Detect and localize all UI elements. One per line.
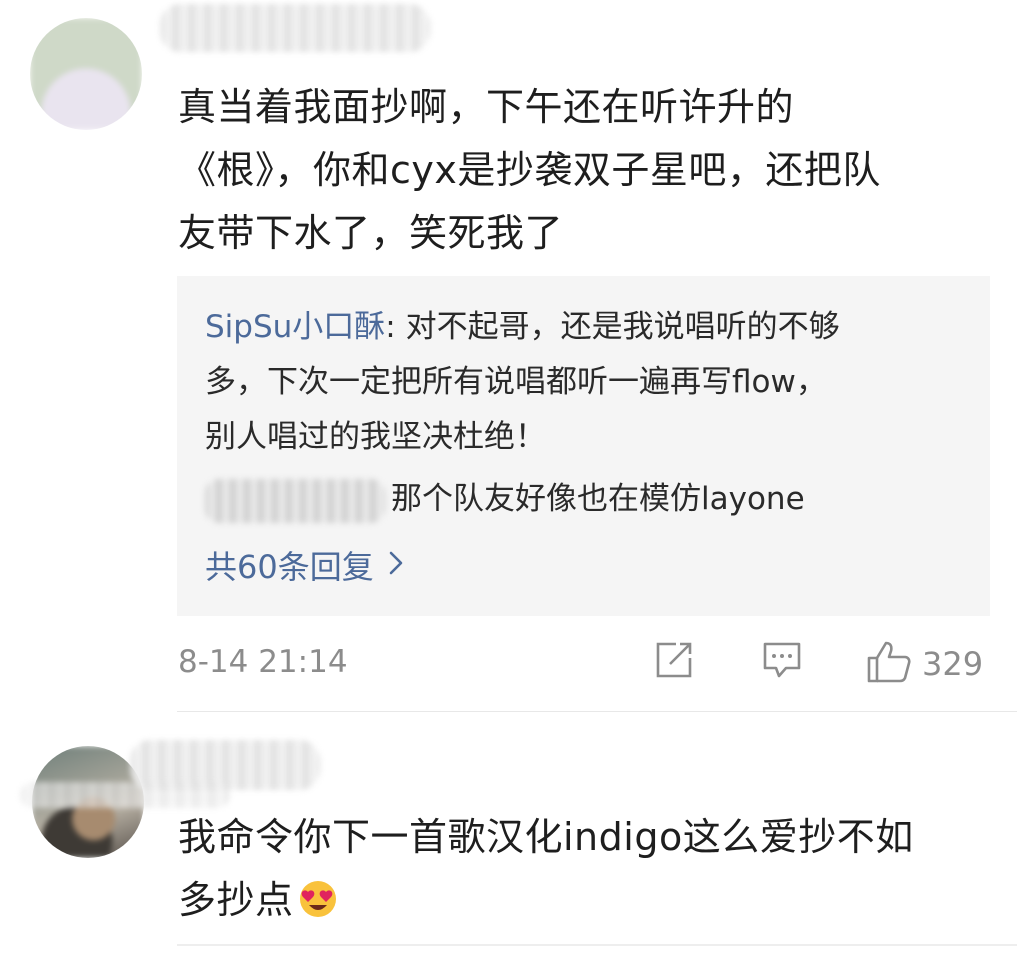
- comment-text: 真当着我面抄啊，下午还在听许升的 《根》，你和cyx是抄袭双子星吧，还把队 友带…: [178, 76, 998, 265]
- comment-divider: [177, 944, 1017, 946]
- comment-line-text: 多抄点: [178, 878, 294, 922]
- comment-icon: [762, 640, 802, 684]
- comment-line: 真当着我面抄啊，下午还在听许升的: [178, 85, 795, 129]
- comment-line: 友带下水了，笑死我了: [178, 211, 564, 255]
- comment-line: 多抄点: [178, 869, 998, 932]
- username-blurred[interactable]: [160, 4, 430, 52]
- comment-button[interactable]: [762, 640, 802, 684]
- more-replies-link[interactable]: 共60条回复: [205, 542, 404, 588]
- reply-item[interactable]: 那个队友好像也在模仿layone: [205, 472, 975, 527]
- like-count: 329: [922, 645, 984, 683]
- reply-author[interactable]: SipSu小口酥: [205, 309, 385, 345]
- reply-text: : 对不起哥，还是我说唱听的不够: [385, 309, 840, 345]
- more-replies-label: 共60条回复: [205, 548, 374, 586]
- share-icon: [654, 640, 694, 684]
- comment-text: 我命令你下一首歌汉化indigo这么爱抄不如 多抄点: [178, 806, 998, 932]
- heart-eyes-emoji-icon: [298, 875, 338, 917]
- thumbs-up-icon: [866, 640, 912, 688]
- replies-box[interactable]: SipSu小口酥: 对不起哥，还是我说唱听的不够 多，下次一定把所有说唱都听一遍…: [177, 276, 990, 616]
- comment-timestamp: 8-14 21:14: [178, 644, 348, 680]
- reply-author-blurred[interactable]: [205, 478, 385, 523]
- comment-divider: [177, 711, 1017, 712]
- user-badge-blurred: [20, 782, 230, 808]
- like-button[interactable]: 329: [866, 640, 983, 688]
- chevron-right-icon: [388, 546, 404, 584]
- reply-text-line: 多，下次一定把所有说唱都听一遍再写flow，: [205, 364, 827, 400]
- comment-line: 《根》，你和cyx是抄袭双子星吧，还把队: [178, 148, 881, 192]
- reply-text-line: 别人唱过的我坚决杜绝！: [205, 419, 546, 455]
- comment-line: 我命令你下一首歌汉化indigo这么爱抄不如: [178, 815, 914, 859]
- reply-text: 那个队友好像也在模仿layone: [391, 481, 805, 517]
- avatar[interactable]: [30, 18, 142, 130]
- share-button[interactable]: [654, 640, 694, 684]
- reply-item[interactable]: SipSu小口酥: 对不起哥，还是我说唱听的不够: [205, 300, 975, 355]
